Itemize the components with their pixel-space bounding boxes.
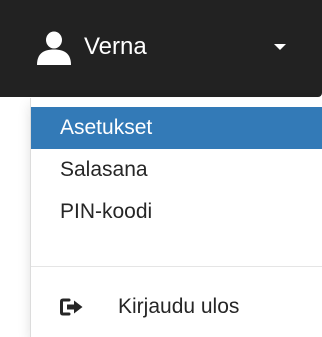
- user-name: Verna: [84, 33, 147, 60]
- user-dropdown-menu: Asetukset Salasana PIN-koodi Kirjaudu ul…: [30, 98, 322, 337]
- menu-item-password[interactable]: Salasana: [31, 149, 322, 191]
- menu-item-pin-code[interactable]: PIN-koodi: [31, 191, 322, 233]
- user-menu-toggle[interactable]: Verna: [0, 0, 322, 97]
- menu-item-label: Asetukset: [60, 116, 153, 139]
- menu-item-label: PIN-koodi: [60, 200, 153, 223]
- menu-divider: [31, 266, 322, 267]
- menu-item-label: Salasana: [60, 158, 148, 181]
- user-icon: [37, 31, 71, 65]
- menu-item-label: Kirjaudu ulos: [118, 295, 240, 318]
- logout-icon: [60, 298, 83, 316]
- menu-item-settings[interactable]: Asetukset: [31, 107, 322, 149]
- caret-down-icon: [274, 44, 286, 50]
